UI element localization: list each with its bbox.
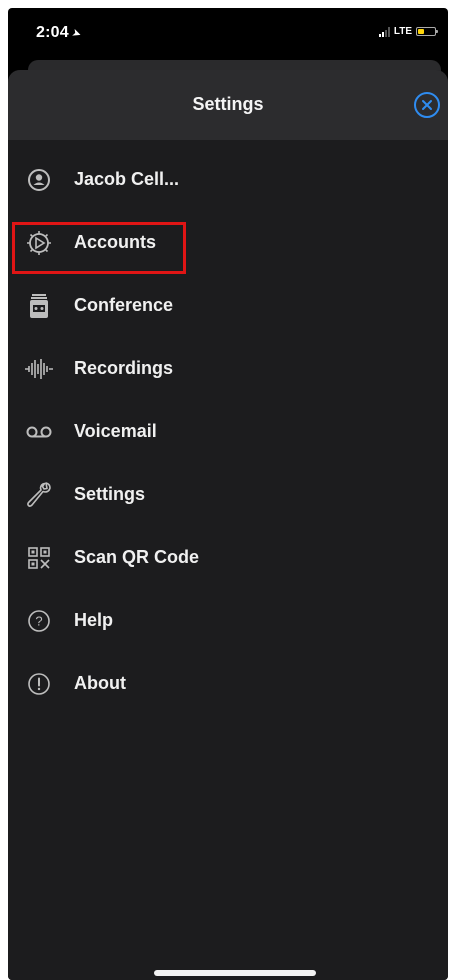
nav-bar: Settings: [8, 70, 448, 140]
location-arrow-icon: ➤: [69, 26, 83, 42]
status-bar: 2:04➤ LTE: [8, 8, 448, 58]
page-title: Settings: [192, 94, 264, 114]
menu-label-voicemail: Voicemail: [74, 421, 157, 441]
qr-code-icon: [22, 541, 56, 575]
battery-icon: [416, 27, 438, 36]
status-time: 2:04➤: [36, 24, 83, 42]
phone-screen: 2:04➤ LTE Settings Jacob Cell... Account…: [8, 8, 448, 980]
menu-label-recordings: Recordings: [74, 358, 174, 378]
menu-item-settings[interactable]: Settings: [8, 463, 448, 526]
menu-item-scan-qr-code[interactable]: Scan QR Code: [8, 526, 448, 589]
user-circle-icon: [22, 163, 56, 197]
signal-icon: [378, 26, 390, 37]
menu-item-about[interactable]: About: [8, 652, 448, 715]
voicemail-icon: [22, 415, 56, 449]
home-indicator[interactable]: [154, 970, 316, 976]
menu-label-about: About: [74, 673, 126, 693]
settings-sheet: Settings Jacob Cell... Accounts Conferen…: [8, 70, 448, 980]
menu-item-conference[interactable]: Conference: [8, 274, 448, 337]
menu-label-help: Help: [74, 610, 114, 630]
menu-item-recordings[interactable]: Recordings: [8, 337, 448, 400]
close-icon: [422, 100, 432, 110]
network-type: LTE: [393, 26, 412, 37]
accounts-highlight-box: [12, 222, 186, 274]
menu-label-conference: Conference: [74, 295, 174, 315]
close-button[interactable]: [414, 92, 440, 118]
waveform-icon: [22, 352, 56, 386]
status-time-text: 2:04: [36, 24, 69, 41]
info-circle-icon: [22, 667, 56, 701]
svg-text:?: ?: [35, 613, 42, 628]
conference-icon: [22, 289, 56, 323]
menu-item-voicemail[interactable]: Voicemail: [8, 400, 448, 463]
menu-label-scan-qr-code: Scan QR Code: [74, 547, 200, 567]
menu-item-help[interactable]: ? Help: [8, 589, 448, 652]
menu-label-jacob-cell: Jacob Cell...: [74, 169, 180, 189]
status-indicators: LTE: [378, 26, 438, 37]
wrench-icon: [22, 478, 56, 512]
menu-item-jacob-cell[interactable]: Jacob Cell...: [8, 148, 448, 211]
help-circle-icon: ?: [22, 604, 56, 638]
menu-label-settings: Settings: [74, 484, 146, 504]
